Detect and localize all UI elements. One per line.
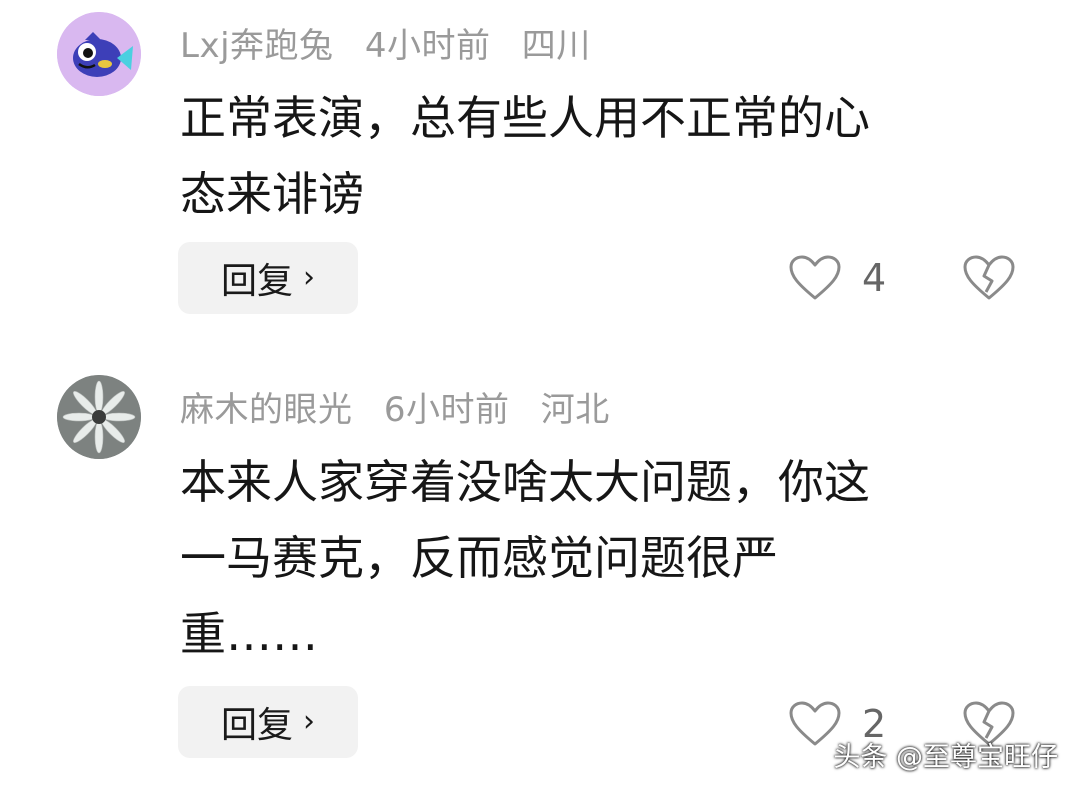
comment-item: 麻木的眼光 6小时前 河北 本来人家穿着没啥太大问题，你这 一马赛克，反而感觉问… <box>0 360 1078 780</box>
comment-text-line: 态来诽谤 <box>180 167 364 221</box>
comment-item: Lxj奔跑兔 4小时前 四川 正常表演，总有些人用不正常的心 态来诽谤 回复 ›… <box>0 0 1078 340</box>
avatar-fish-image <box>57 12 141 96</box>
comment-meta: Lxj奔跑兔 4小时前 四川 <box>180 18 611 67</box>
comment-text-line: 本来人家穿着没啥太大问题，你这 <box>180 455 870 509</box>
broken-heart-icon <box>963 255 1015 300</box>
comment-text-line: 重…… <box>180 607 318 661</box>
comment-time: 4小时前 <box>364 26 491 66</box>
like-button[interactable]: 4 <box>788 254 886 302</box>
heart-icon <box>789 255 841 300</box>
username[interactable]: Lxj奔跑兔 <box>180 26 334 66</box>
avatar-flower-image <box>57 375 141 459</box>
chevron-right-icon: › <box>303 260 315 295</box>
comment-text: 正常表演，总有些人用不正常的心 态来诽谤 <box>180 80 1000 232</box>
comment-location: 河北 <box>540 390 610 430</box>
reply-button[interactable]: 回复 › <box>178 242 358 314</box>
chevron-right-icon: › <box>303 704 315 739</box>
avatar[interactable] <box>57 375 141 459</box>
dislike-button[interactable] <box>962 254 1016 306</box>
reply-label: 回复 <box>220 261 293 302</box>
comment-location: 四川 <box>521 26 591 66</box>
comment-text-line: 一马赛克，反而感觉问题很严 <box>180 531 778 585</box>
comment-time: 6小时前 <box>383 390 510 430</box>
username[interactable]: 麻木的眼光 <box>180 390 353 430</box>
comment-text: 本来人家穿着没啥太大问题，你这 一马赛克，反而感觉问题很严 重…… <box>180 444 1000 672</box>
reply-label: 回复 <box>220 705 293 746</box>
avatar[interactable] <box>57 12 141 96</box>
like-count: 4 <box>862 256 887 300</box>
watermark: 头条 @至尊宝旺仔 <box>833 742 1058 773</box>
comment-text-line: 正常表演，总有些人用不正常的心 <box>180 91 870 145</box>
reply-button[interactable]: 回复 › <box>178 686 358 758</box>
comment-meta: 麻木的眼光 6小时前 河北 <box>180 382 630 431</box>
